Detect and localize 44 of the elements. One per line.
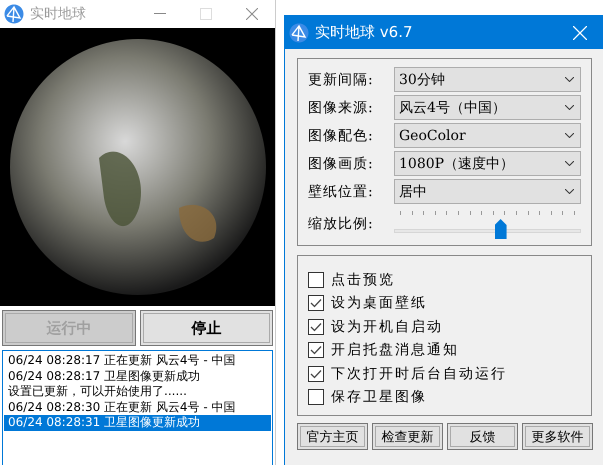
checkbox[interactable]	[308, 318, 324, 335]
checkbox[interactable]	[308, 342, 324, 358]
checkbox[interactable]	[308, 272, 324, 288]
field-label: 壁纸位置:	[308, 182, 375, 200]
chevron-down-icon	[565, 77, 574, 82]
checkbox[interactable]	[308, 389, 324, 406]
link-button[interactable]: 反馈	[447, 423, 518, 450]
dropdown[interactable]: 1080P（速度中）	[394, 151, 581, 176]
zoom-slider[interactable]	[394, 209, 581, 239]
checkbox-label: 下次打开时后台自动运行	[331, 364, 507, 383]
checkbox-label: 开启托盘消息通知	[331, 341, 459, 360]
chevron-down-icon	[565, 105, 574, 110]
checkbox-label: 设为开机自启动	[331, 318, 443, 336]
chevron-down-icon	[565, 161, 574, 166]
dropdown[interactable]: GeoColor	[394, 123, 581, 148]
link-button[interactable]: 更多软件	[522, 423, 593, 450]
globe-logo-icon	[289, 22, 309, 42]
checkbox[interactable]	[308, 295, 324, 312]
field-label: 图像来源:	[308, 98, 375, 116]
slider-thumb[interactable]	[494, 219, 507, 239]
link-button[interactable]: 检查更新	[372, 423, 443, 450]
dropdown[interactable]: 30分钟	[394, 67, 581, 92]
log-entry[interactable]: 06/24 08:28:31 卫星图像更新成功	[4, 415, 271, 430]
field-label: 图像画质:	[308, 154, 375, 172]
chevron-down-icon	[565, 189, 574, 194]
field-label: 更新间隔:	[308, 70, 375, 88]
globe-logo-icon	[4, 4, 24, 24]
field-label: 图像配色:	[308, 126, 375, 144]
stop-button[interactable]: 停止	[140, 310, 273, 346]
checkbox-label: 设为桌面壁纸	[331, 294, 427, 312]
field-label: 缩放比例:	[308, 215, 375, 233]
window-title: 实时地球 v6.7	[315, 23, 414, 42]
log-entry[interactable]: 06/24 08:28:17 正在更新 风云4号 - 中国	[4, 353, 271, 368]
chevron-down-icon	[565, 133, 574, 138]
log-entry[interactable]: 06/24 08:28:17 卫星图像更新成功	[4, 368, 271, 384]
link-button[interactable]: 官方主页	[297, 423, 368, 450]
window-title: 实时地球	[30, 5, 87, 23]
dropdown[interactable]: 风云4号（中国）	[394, 95, 581, 120]
checkbox-label: 点击预览	[331, 270, 395, 289]
checkbox[interactable]	[308, 366, 324, 382]
checkbox-label: 保存卫星图像	[331, 388, 427, 406]
log-entry[interactable]: 设置已更新，可以开始使用了......	[4, 384, 271, 400]
log-entry[interactable]: 06/24 08:28:30 正在更新 风云4号 - 中国	[4, 400, 271, 415]
dropdown[interactable]: 居中	[394, 179, 581, 204]
